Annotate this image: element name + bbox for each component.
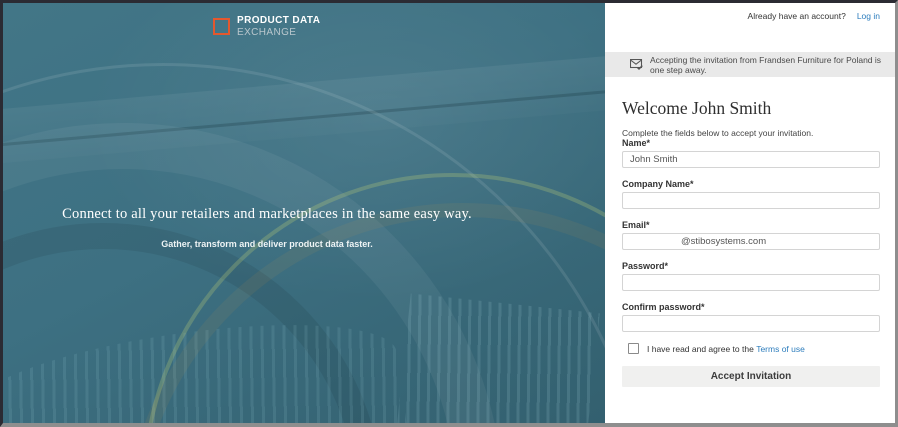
terms-of-use-link[interactable]: Terms of use — [756, 344, 805, 354]
confirm-password-input[interactable] — [622, 315, 880, 332]
name-input[interactable] — [622, 151, 880, 168]
company-name-label: Company Name* — [622, 179, 880, 189]
background-band — [3, 50, 605, 167]
password-field-group: Password* — [622, 261, 880, 291]
hero-subheadline: Gather, transform and deliver product da… — [3, 239, 531, 249]
company-name-input[interactable] — [622, 192, 880, 209]
confirm-password-label: Confirm password* — [622, 302, 880, 312]
hero-copy: Connect to all your retailers and market… — [3, 206, 531, 249]
background-arc — [3, 223, 383, 423]
name-field-group: Name* — [622, 138, 880, 168]
signup-panel: Already have an account? Log in Acceptin… — [605, 3, 895, 423]
background-stripes — [3, 304, 412, 423]
name-label: Name* — [622, 138, 880, 148]
logo-title: PRODUCT DATA — [237, 15, 320, 27]
app-window: PRODUCT DATA EXCHANGE Connect to all you… — [0, 0, 898, 427]
accept-invitation-button[interactable]: Accept Invitation — [622, 366, 880, 387]
background-stripes — [396, 293, 600, 423]
company-name-field-group: Company Name* — [622, 179, 880, 209]
background-arc — [3, 123, 503, 423]
password-input[interactable] — [622, 274, 880, 291]
terms-row: I have read and agree to the Terms of us… — [622, 343, 880, 354]
product-data-exchange-logo: PRODUCT DATA EXCHANGE — [213, 15, 320, 38]
email-label: Email* — [622, 220, 880, 230]
email-field-group: Email* — [622, 220, 880, 250]
password-label: Password* — [622, 261, 880, 271]
terms-checkbox[interactable] — [628, 343, 639, 354]
hero-headline: Connect to all your retailers and market… — [3, 206, 531, 223]
terms-text: I have read and agree to the — [647, 344, 754, 354]
form-subtitle: Complete the fields below to accept your… — [622, 128, 880, 138]
email-input[interactable] — [622, 233, 880, 250]
logo-subtitle: EXCHANGE — [237, 27, 320, 39]
confirm-password-field-group: Confirm password* — [622, 302, 880, 332]
background-line — [3, 84, 605, 150]
invitation-form: Welcome John Smith Complete the fields b… — [622, 3, 880, 387]
logo-text: PRODUCT DATA EXCHANGE — [237, 15, 320, 38]
logo-square-icon — [213, 18, 230, 35]
welcome-title: Welcome John Smith — [622, 98, 880, 119]
hero-panel: PRODUCT DATA EXCHANGE Connect to all you… — [3, 3, 605, 423]
